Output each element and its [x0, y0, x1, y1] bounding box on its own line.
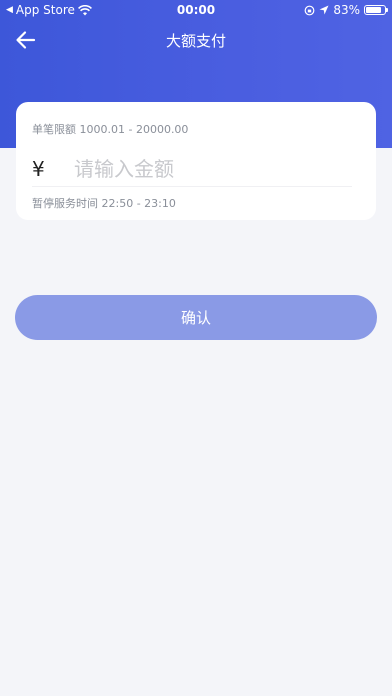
- amount-card: 单笔限额 1000.01 - 20000.00 ¥ 暂停服务时间 22:50 -…: [16, 102, 376, 220]
- status-bar-right: 83%: [304, 3, 388, 17]
- status-bar: ◀ App Store 00:00 83%: [0, 0, 392, 22]
- currency-symbol: ¥: [32, 157, 45, 181]
- back-arrow-button[interactable]: [14, 29, 38, 51]
- back-arrow-icon: [16, 31, 36, 49]
- amount-input[interactable]: [74, 157, 334, 181]
- battery-icon: [364, 5, 388, 15]
- navigation-bar: 大额支付: [0, 22, 392, 58]
- service-pause-text: 暂停服务时间 22:50 - 23:10: [32, 197, 176, 210]
- single-limit-text: 单笔限额 1000.01 - 20000.00: [32, 123, 189, 136]
- battery-percent: 83%: [333, 3, 360, 17]
- orientation-lock-icon: [304, 5, 315, 16]
- confirm-button[interactable]: 确认: [15, 295, 377, 340]
- amount-row: ¥: [32, 152, 352, 187]
- page-title: 大额支付: [165, 32, 226, 50]
- location-icon: [319, 5, 329, 15]
